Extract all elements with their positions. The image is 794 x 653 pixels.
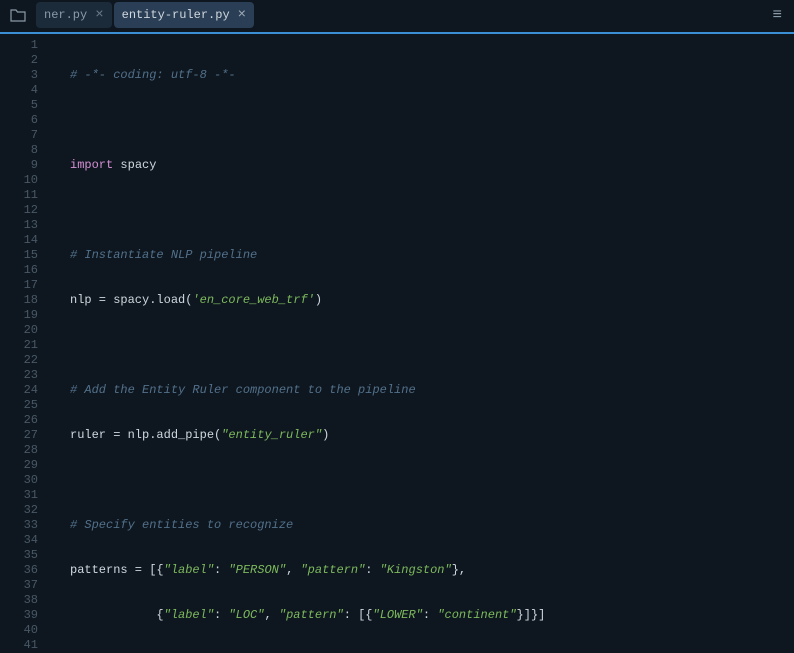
- line-number: 2: [4, 53, 38, 68]
- line-number: 30: [4, 473, 38, 488]
- code: patterns = [{: [70, 563, 164, 577]
- tab-label: entity-ruler.py: [122, 8, 230, 22]
- line-number: 31: [4, 488, 38, 503]
- identifier: spacy: [113, 158, 156, 172]
- line-number: 10: [4, 173, 38, 188]
- line-number: 13: [4, 218, 38, 233]
- code: ruler = nlp.add_pipe(: [70, 428, 221, 442]
- line-number: 28: [4, 443, 38, 458]
- string: "label": [164, 563, 214, 577]
- code: ): [322, 428, 329, 442]
- close-icon[interactable]: ×: [238, 7, 246, 23]
- line-number: 21: [4, 338, 38, 353]
- code: nlp = spacy.load(: [70, 293, 192, 307]
- string: "continent": [437, 608, 516, 622]
- menu-icon[interactable]: ≡: [772, 6, 782, 24]
- line-number: 38: [4, 593, 38, 608]
- line-number: 35: [4, 548, 38, 563]
- line-number: 26: [4, 413, 38, 428]
- line-number: 9: [4, 158, 38, 173]
- line-number-gutter: 1234567891011121314151617181920212223242…: [0, 34, 52, 649]
- comment: # -*- coding: utf-8 -*-: [70, 68, 236, 82]
- line-number: 14: [4, 233, 38, 248]
- tabs-container: ner.py × entity-ruler.py ×: [36, 2, 254, 28]
- line-number: 5: [4, 98, 38, 113]
- comment: # Specify entities to recognize: [70, 518, 293, 532]
- string: 'en_core_web_trf': [192, 293, 314, 307]
- line-number: 19: [4, 308, 38, 323]
- line-number: 16: [4, 263, 38, 278]
- line-number: 12: [4, 203, 38, 218]
- keyword: import: [70, 158, 113, 172]
- line-number: 37: [4, 578, 38, 593]
- string: "LOC": [228, 608, 264, 622]
- comment: # Add the Entity Ruler component to the …: [70, 383, 416, 397]
- string: "entity_ruler": [221, 428, 322, 442]
- line-number: 6: [4, 113, 38, 128]
- line-number: 27: [4, 428, 38, 443]
- line-number: 25: [4, 398, 38, 413]
- folder-icon[interactable]: [8, 7, 28, 23]
- code-area[interactable]: # -*- coding: utf-8 -*- import spacy # I…: [52, 34, 794, 649]
- line-number: 23: [4, 368, 38, 383]
- line-number: 18: [4, 293, 38, 308]
- line-number: 8: [4, 143, 38, 158]
- line-number: 41: [4, 638, 38, 653]
- line-number: 4: [4, 83, 38, 98]
- string: "LOWER": [373, 608, 423, 622]
- tab-label: ner.py: [44, 8, 87, 22]
- line-number: 7: [4, 128, 38, 143]
- line-number: 20: [4, 323, 38, 338]
- string: "label": [164, 608, 214, 622]
- tab-ner[interactable]: ner.py ×: [36, 2, 112, 28]
- string: "Kingston": [380, 563, 452, 577]
- tab-entity-ruler[interactable]: entity-ruler.py ×: [114, 2, 254, 28]
- editor: 1234567891011121314151617181920212223242…: [0, 32, 794, 649]
- line-number: 22: [4, 353, 38, 368]
- line-number: 11: [4, 188, 38, 203]
- line-number: 32: [4, 503, 38, 518]
- line-number: 33: [4, 518, 38, 533]
- line-number: 40: [4, 623, 38, 638]
- line-number: 17: [4, 278, 38, 293]
- line-number: 1: [4, 38, 38, 53]
- string: "PERSON": [228, 563, 286, 577]
- string: "pattern": [279, 608, 344, 622]
- line-number: 29: [4, 458, 38, 473]
- titlebar: ner.py × entity-ruler.py × ≡: [0, 0, 794, 32]
- code: {: [70, 608, 164, 622]
- line-number: 24: [4, 383, 38, 398]
- line-number: 3: [4, 68, 38, 83]
- close-icon[interactable]: ×: [95, 7, 103, 23]
- comment: # Instantiate NLP pipeline: [70, 248, 257, 262]
- line-number: 34: [4, 533, 38, 548]
- line-number: 36: [4, 563, 38, 578]
- line-number: 39: [4, 608, 38, 623]
- string: "pattern": [300, 563, 365, 577]
- line-number: 15: [4, 248, 38, 263]
- code: ): [315, 293, 322, 307]
